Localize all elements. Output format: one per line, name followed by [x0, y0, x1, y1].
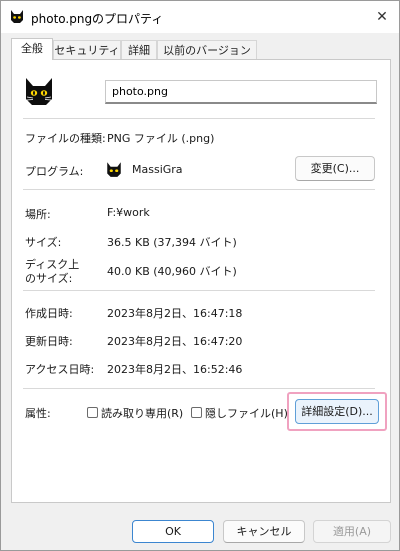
modified-label: 更新日時:	[25, 335, 73, 348]
file-type-label: ファイルの種類:	[25, 132, 106, 145]
close-button[interactable]: ✕	[369, 5, 395, 29]
black-cat-icon	[107, 162, 121, 177]
readonly-checkbox[interactable]	[87, 407, 98, 418]
separator	[23, 189, 375, 190]
location-label: 場所:	[25, 208, 51, 221]
accessed-label: アクセス日時:	[25, 363, 95, 376]
size-label: サイズ:	[25, 236, 62, 249]
title-bar[interactable]: photo.pngのプロパティ ✕	[1, 1, 399, 33]
size-value: 36.5 KB (37,394 バイト)	[107, 236, 237, 249]
program-value: MassiGra	[132, 163, 183, 176]
tab-details[interactable]: 詳細	[121, 40, 157, 59]
tab-security[interactable]: セキュリティ	[53, 40, 121, 59]
ok-button[interactable]: OK	[132, 520, 214, 543]
apply-button[interactable]: 適用(A)	[313, 520, 391, 543]
disk-size-label-line2: のサイズ:	[25, 272, 73, 285]
modified-value: 2023年8月2日、16:47:20	[107, 335, 243, 348]
separator	[23, 290, 375, 291]
accessed-value: 2023年8月2日、16:52:46	[107, 363, 243, 376]
created-value: 2023年8月2日、16:47:18	[107, 307, 243, 320]
tab-bar: 全般 セキュリティ 詳細 以前のバージョン	[11, 38, 391, 60]
hidden-checkbox-label[interactable]: 隠しファイル(H)	[205, 405, 288, 421]
file-type-value: PNG ファイル (.png)	[107, 132, 215, 145]
location-value: F:¥work	[107, 206, 150, 219]
tab-general[interactable]: 全般	[11, 38, 53, 60]
file-name-input[interactable]	[105, 80, 377, 104]
cancel-button[interactable]: キャンセル	[223, 520, 305, 543]
created-label: 作成日時:	[25, 307, 73, 320]
separator	[23, 388, 375, 389]
advanced-button[interactable]: 詳細設定(D)...	[295, 399, 379, 424]
properties-window: photo.pngのプロパティ ✕ 全般 セキュリティ 詳細 以前のバージョン …	[0, 0, 400, 551]
change-program-button[interactable]: 変更(C)...	[295, 156, 375, 181]
program-label: プログラム:	[25, 165, 84, 178]
window-title: photo.pngのプロパティ	[31, 12, 164, 26]
attributes-label: 属性:	[25, 407, 51, 420]
hidden-checkbox[interactable]	[191, 407, 202, 418]
disk-size-value: 40.0 KB (40,960 バイト)	[107, 265, 237, 278]
readonly-checkbox-label[interactable]: 読み取り専用(R)	[101, 405, 183, 421]
tab-previous-versions[interactable]: 以前のバージョン	[157, 40, 257, 59]
black-cat-icon	[26, 78, 52, 105]
separator	[23, 118, 375, 119]
black-cat-icon	[11, 10, 23, 23]
